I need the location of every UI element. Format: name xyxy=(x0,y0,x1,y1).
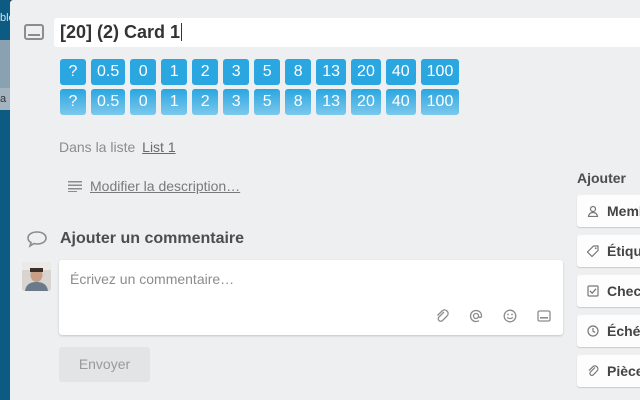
estimate-button[interactable]: 20 xyxy=(351,59,381,85)
send-comment-button[interactable]: Envoyer xyxy=(59,347,150,382)
estimate-button-alt[interactable]: ? xyxy=(60,89,86,115)
card-detail-modal: [20] (2) Card 1 ? 0.5 0 1 2 3 5 8 13 20 … xyxy=(10,0,640,400)
planning-poker-row-secondary: ? 0.5 0 1 2 3 5 8 13 20 40 100 xyxy=(60,89,460,115)
planning-poker-row-primary: ? 0.5 0 1 2 3 5 8 13 20 40 100 xyxy=(60,59,460,85)
checklist-button[interactable]: Checklist xyxy=(577,275,640,307)
comment-section-header: Ajouter un commentaire xyxy=(26,230,244,248)
estimate-button-alt[interactable]: 1 xyxy=(161,89,188,115)
estimate-button[interactable]: 1 xyxy=(161,59,188,85)
estimate-button[interactable]: 5 xyxy=(254,59,281,85)
estimate-button-alt[interactable]: 5 xyxy=(254,89,281,115)
comment-bubble-icon xyxy=(27,231,47,248)
list-info-prefix: Dans la liste xyxy=(59,139,136,155)
board-peek-text: ble xyxy=(0,12,10,24)
attachment-icon[interactable] xyxy=(435,309,449,323)
comment-placeholder: Écrivez un commentaire… xyxy=(70,271,235,287)
avatar[interactable] xyxy=(22,262,51,291)
due-date-button[interactable]: Échéance xyxy=(577,315,640,347)
comment-toolbar xyxy=(435,309,551,323)
card-link-icon[interactable] xyxy=(537,309,551,323)
comment-heading: Ajouter un commentaire xyxy=(60,230,245,247)
list-link[interactable]: List 1 xyxy=(142,139,175,155)
avatar-image xyxy=(22,262,51,291)
labels-button-label: Étiquettes xyxy=(607,243,640,259)
edit-description-link[interactable]: Modifier la description… xyxy=(90,178,240,194)
estimate-button[interactable]: 8 xyxy=(285,59,312,85)
estimate-button-alt[interactable]: 0 xyxy=(130,89,157,115)
add-to-card-heading: Ajouter xyxy=(577,170,626,186)
estimate-button[interactable]: ? xyxy=(60,59,86,85)
card-title-text: [20] (2) Card 1 xyxy=(60,22,181,42)
paperclip-icon xyxy=(587,365,599,377)
card-title-input[interactable]: [20] (2) Card 1 xyxy=(54,18,640,47)
tag-icon xyxy=(586,245,599,258)
estimate-button[interactable]: 0.5 xyxy=(91,59,126,85)
members-button[interactable]: Membres xyxy=(577,195,640,227)
members-button-label: Membres xyxy=(607,203,640,219)
labels-button[interactable]: Étiquettes xyxy=(577,235,640,267)
estimate-button[interactable]: 100 xyxy=(420,59,460,85)
person-icon xyxy=(587,205,599,218)
text-caret xyxy=(181,23,183,41)
estimate-button-alt[interactable]: 2 xyxy=(192,89,219,115)
estimate-button[interactable]: 0 xyxy=(130,59,157,85)
estimate-button-alt[interactable]: 0.5 xyxy=(91,89,126,115)
attachment-button[interactable]: Pièce jointe xyxy=(577,355,640,387)
list-info: Dans la liste List 1 xyxy=(59,139,176,155)
estimate-button[interactable]: 40 xyxy=(385,59,416,85)
description-lines-icon xyxy=(68,181,82,192)
description-row: Modifier la description… xyxy=(68,178,240,194)
due-date-button-label: Échéance xyxy=(607,323,640,339)
attachment-button-label: Pièce jointe xyxy=(607,363,640,379)
checklist-button-label: Checklist xyxy=(607,283,640,299)
mention-icon[interactable] xyxy=(469,309,483,323)
estimate-button[interactable]: 2 xyxy=(192,59,219,85)
estimate-button[interactable]: 3 xyxy=(223,59,250,85)
estimate-button-alt[interactable]: 100 xyxy=(420,89,460,115)
estimate-button[interactable]: 13 xyxy=(316,59,347,85)
checkbox-icon xyxy=(587,285,599,297)
estimate-button-alt[interactable]: 13 xyxy=(316,89,347,115)
estimate-button-alt[interactable]: 40 xyxy=(385,89,416,115)
estimate-button-alt[interactable]: 8 xyxy=(285,89,312,115)
emoji-icon[interactable] xyxy=(503,309,517,323)
board-peek-card-label: a xyxy=(0,88,10,110)
clock-icon xyxy=(587,325,599,337)
comment-input[interactable]: Écrivez un commentaire… xyxy=(59,260,563,335)
estimate-button-alt[interactable]: 3 xyxy=(223,89,250,115)
estimate-button-alt[interactable]: 20 xyxy=(351,89,381,115)
card-icon xyxy=(24,24,44,40)
